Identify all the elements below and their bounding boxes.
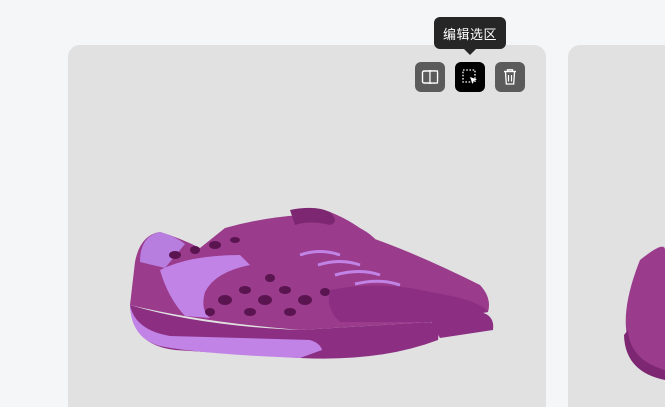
delete-button[interactable] bbox=[495, 62, 525, 92]
tooltip: 编辑选区 bbox=[434, 17, 506, 49]
split-compare-button[interactable] bbox=[415, 62, 445, 92]
selection-cursor-icon bbox=[462, 69, 477, 84]
page: 编辑选区 bbox=[0, 0, 665, 407]
edit-selection-button[interactable] bbox=[455, 62, 485, 92]
trash-icon bbox=[504, 69, 516, 85]
split-compare-icon bbox=[421, 70, 439, 84]
tooltip-arrow bbox=[464, 49, 476, 55]
sneaker-image-next bbox=[624, 246, 665, 380]
